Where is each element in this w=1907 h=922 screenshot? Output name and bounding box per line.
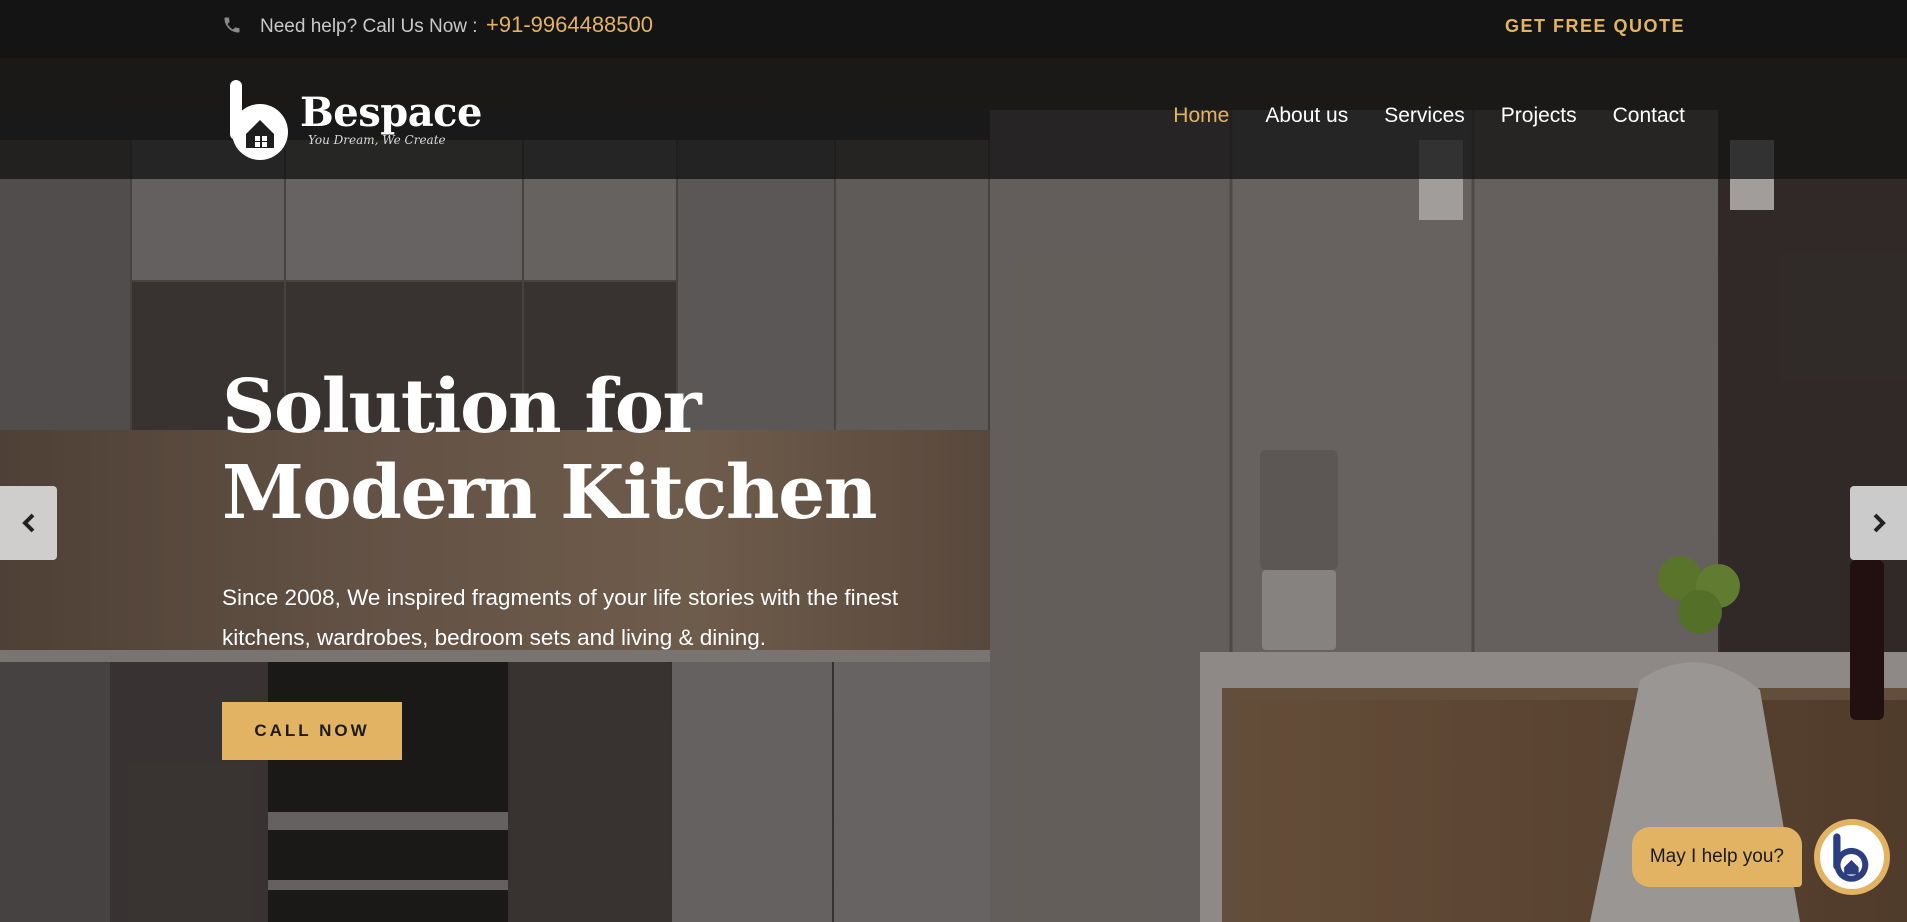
bespace-logo-icon — [230, 80, 288, 160]
phone-icon — [224, 17, 240, 33]
help-text: Need help? Call Us Now : — [260, 16, 478, 37]
main-nav: Home About us Services Projects Contact — [1173, 104, 1685, 128]
hero-title-line-2: Modern Kitchen — [222, 450, 878, 536]
nav-item-about-us[interactable]: About us — [1265, 104, 1348, 128]
chevron-right-icon — [1873, 513, 1886, 533]
top-bar: Need help? Call Us Now : +91-9964488500 … — [0, 0, 1907, 58]
brand-logo[interactable]: Bespace You Dream, We Create — [226, 76, 482, 162]
chat-widget: May I help you? — [1631, 819, 1890, 895]
chat-prompt-bubble[interactable]: May I help you? — [1631, 827, 1802, 887]
chat-open-button[interactable] — [1814, 819, 1890, 895]
hero-content: Solution for Modern Kitchen Since 2008, … — [222, 364, 982, 760]
nav-item-projects[interactable]: Projects — [1501, 104, 1577, 128]
help-contact: Need help? Call Us Now : +91-9964488500 — [222, 12, 653, 38]
site-header: Bespace You Dream, We Create Home About … — [0, 58, 1907, 179]
chevron-left-icon — [21, 513, 34, 533]
slider-prev-button[interactable] — [0, 486, 57, 560]
nav-item-contact[interactable]: Contact — [1613, 104, 1685, 128]
slider-next-button[interactable] — [1850, 486, 1907, 560]
nav-item-home[interactable]: Home — [1173, 104, 1229, 128]
hero-title-line-1: Solution for — [222, 364, 702, 450]
hero-description: Since 2008, We inspired fragments of you… — [222, 585, 899, 650]
nav-item-services[interactable]: Services — [1384, 104, 1465, 128]
brand-tagline: You Dream, We Create — [308, 133, 446, 147]
get-free-quote-link[interactable]: GET FREE QUOTE — [1505, 16, 1685, 37]
call-now-button[interactable]: CALL NOW — [222, 702, 402, 760]
phone-number-link[interactable]: +91-9964488500 — [486, 12, 653, 37]
hero-title: Solution for Modern Kitchen — [222, 364, 922, 536]
brand-name: Bespace — [300, 89, 482, 136]
bespace-logo-icon — [1833, 833, 1869, 882]
